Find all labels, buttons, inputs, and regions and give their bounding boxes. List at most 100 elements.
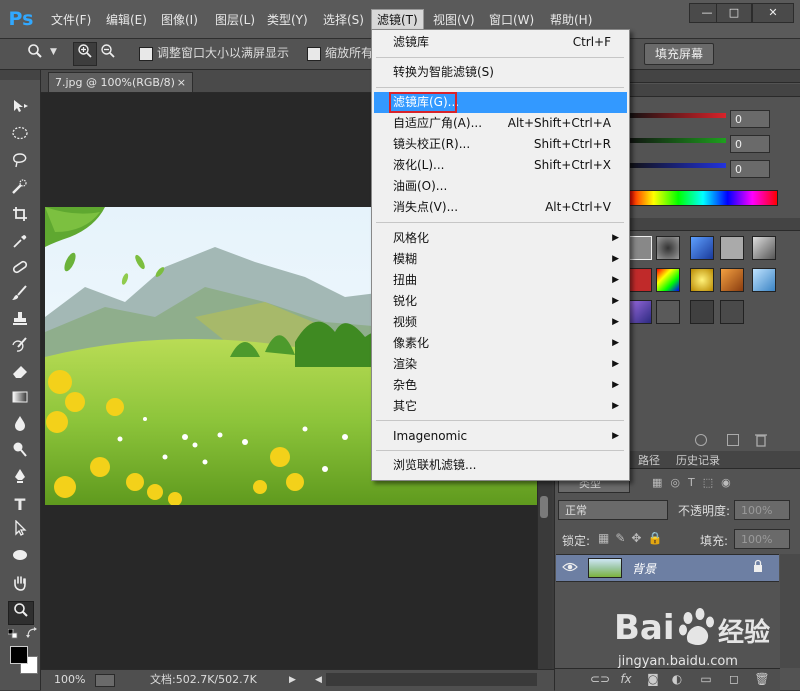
menu-item-other[interactable]: 其它 ▶ [372,396,627,417]
layer-thumbnail[interactable] [588,558,622,578]
swap-colors-icon[interactable] [26,627,38,639]
marquee-tool-icon[interactable] [8,125,32,147]
menu-item-imagenomic[interactable]: Imagenomic ▶ [372,426,627,447]
clear-style-icon[interactable] [695,434,707,446]
style-swatch[interactable] [628,268,652,292]
hand-tool-icon[interactable] [8,575,32,597]
status-info-icon[interactable] [95,674,115,687]
green-slider[interactable] [628,138,726,143]
style-swatch[interactable] [690,300,714,324]
pen-tool-icon[interactable] [8,468,32,490]
menu-item-noise[interactable]: 杂色 ▶ [372,375,627,396]
style-swatch[interactable] [690,236,714,260]
default-colors-icon[interactable] [7,628,18,639]
lock-icons[interactable]: ▦✎✥🔒 [598,531,678,547]
menu-item-distort[interactable]: 扭曲 ▶ [372,270,627,291]
brush-tool-icon[interactable] [8,285,32,307]
menu-layer[interactable]: 图层(L) [210,10,260,30]
path-selection-tool-icon[interactable] [8,519,32,542]
foreground-color-swatch[interactable] [10,646,28,664]
zoom-in-icon[interactable] [73,42,97,66]
eraser-tool-icon[interactable] [8,363,32,385]
new-style-icon[interactable] [727,434,739,446]
close-tab-icon[interactable]: × [177,73,186,93]
style-swatch[interactable] [656,236,680,260]
blue-slider[interactable] [628,163,726,168]
menu-window[interactable]: 窗口(W) [484,10,539,30]
menu-edit[interactable]: 编辑(E) [101,10,152,30]
menu-item-adaptive-wide-angle[interactable]: 自适应广角(A)... Alt+Shift+Ctrl+A [372,113,627,134]
opacity-field[interactable]: 100% [734,500,790,520]
style-swatch[interactable] [752,268,776,292]
menu-select[interactable]: 选择(S) [318,10,369,30]
menu-item-liquify[interactable]: 液化(L)... Shift+Ctrl+X [372,155,627,176]
zoom-all-checkbox[interactable] [307,47,321,61]
scroll-left-arrow-icon[interactable]: ◀ [315,672,322,688]
fill-field[interactable]: 100% [734,529,790,549]
document-tab[interactable]: 7.jpg @ 100%(RGB/8) × [48,72,193,92]
preset-dropdown-arrow-icon[interactable]: ▼ [50,47,57,57]
red-slider[interactable] [628,113,726,118]
style-swatch[interactable] [690,268,714,292]
blue-value-field[interactable]: 0 [730,160,770,178]
canvas-horizontal-scrollbar[interactable] [326,673,537,686]
resize-windows-checkbox[interactable] [139,47,153,61]
menu-item-oil-paint[interactable]: 油画(O)... [372,176,627,197]
zoom-tool-icon[interactable] [8,601,34,625]
blur-tool-icon[interactable] [8,415,32,437]
dodge-tool-icon[interactable] [8,441,32,463]
quick-selection-tool-icon[interactable] [8,179,32,201]
menu-item-stylize[interactable]: 风格化 ▶ [372,228,627,249]
lasso-tool-icon[interactable] [8,152,32,174]
menu-item-sharpen[interactable]: 锐化 ▶ [372,291,627,312]
status-menu-arrow-icon[interactable]: ▶ [289,672,296,688]
menu-item-video[interactable]: 视频 ▶ [372,312,627,333]
style-swatch[interactable] [656,300,680,324]
menu-item-lens-correction[interactable]: 镜头校正(R)... Shift+Ctrl+R [372,134,627,155]
shape-tool-icon[interactable] [8,547,32,569]
healing-brush-tool-icon[interactable] [8,259,32,281]
maximize-button[interactable]: □ [716,3,752,23]
style-swatch[interactable] [656,268,680,292]
menu-view[interactable]: 视图(V) [428,10,480,30]
move-tool-icon[interactable] [8,98,32,120]
clone-stamp-tool-icon[interactable] [8,311,32,333]
tab-paths[interactable]: 路径 [632,452,666,470]
zoom-tool-preset-icon[interactable] [24,43,46,65]
history-brush-tool-icon[interactable] [8,337,32,359]
zoom-out-icon[interactable] [97,43,119,65]
menu-filter[interactable]: 滤镜(T) [371,9,424,31]
color-spectrum-bar[interactable] [628,190,778,206]
close-button[interactable]: ✕ [752,3,794,23]
menu-item-pixelate[interactable]: 像素化 ▶ [372,333,627,354]
eyedropper-tool-icon[interactable] [8,233,32,255]
layer-name[interactable]: 背景 [632,560,656,577]
gradient-tool-icon[interactable] [8,389,32,411]
canvas-scrollbar-thumb[interactable] [540,496,548,518]
menu-type[interactable]: 类型(Y) [262,10,313,30]
zoom-level[interactable]: 100% [54,672,85,688]
eye-visibility-icon[interactable] [562,560,578,574]
style-swatch[interactable] [628,300,652,324]
menu-item-blur[interactable]: 模糊 ▶ [372,249,627,270]
fill-screen-button[interactable]: 填充屏幕 [644,43,715,65]
red-value-field[interactable]: 0 [730,110,770,128]
menu-help[interactable]: 帮助(H) [545,10,597,30]
menu-item-vanishing-point[interactable]: 消失点(V)... Alt+Ctrl+V [372,197,627,218]
link-layers-icon[interactable]: ⊂⊃ [590,670,610,688]
menu-item-browse-online-filters[interactable]: 浏览联机滤镜... [372,455,627,476]
tab-history[interactable]: 历史记录 [670,452,726,470]
delete-style-icon[interactable] [755,433,767,447]
menu-file[interactable]: 文件(F) [46,10,96,30]
crop-tool-icon[interactable] [8,206,32,228]
style-swatch[interactable] [720,236,744,260]
type-tool-icon[interactable]: T [8,494,32,516]
style-swatch[interactable] [720,268,744,292]
menu-image[interactable]: 图像(I) [156,10,203,30]
style-swatch[interactable] [628,236,652,260]
blend-mode-select[interactable]: 正常 [558,500,668,520]
style-swatch[interactable] [720,300,744,324]
menu-item-render[interactable]: 渲染 ▶ [372,354,627,375]
menu-item-convert-smart-filter[interactable]: 转换为智能滤镜(S) [372,62,627,83]
menu-item-filter-gallery-last[interactable]: 滤镜库 Ctrl+F [372,32,627,53]
